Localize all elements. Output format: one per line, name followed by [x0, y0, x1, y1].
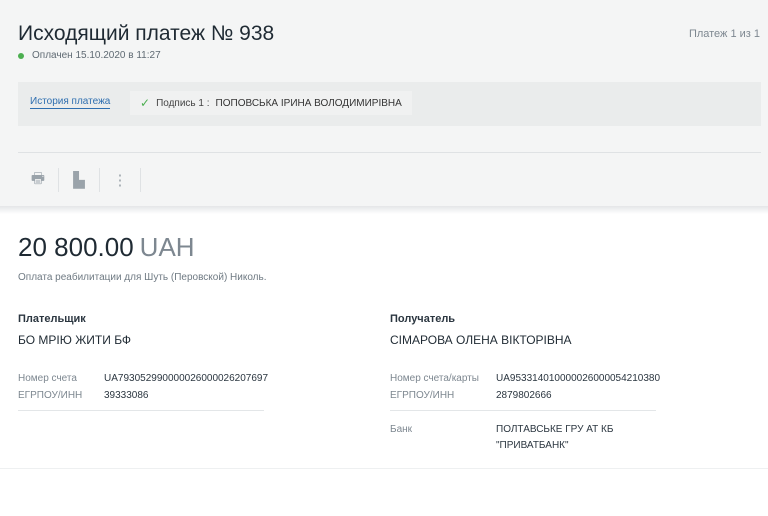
header-shadow	[0, 206, 768, 214]
toolbar-divider	[18, 152, 761, 153]
payer-account: UA793052990000026000026207697	[104, 373, 269, 384]
payer-heading: Плательщик	[18, 313, 86, 325]
receiver-edrpou: 2879802666	[496, 390, 552, 401]
more-icon[interactable]: ⋮	[100, 166, 140, 194]
payment-history-link[interactable]: История платежа	[30, 96, 111, 109]
content-bottom-border	[0, 468, 768, 469]
payment-amount: 20 800.00 UAH	[18, 232, 195, 263]
payer-name: БО МРІЮ ЖИТИ БФ	[18, 333, 132, 347]
toolbar-separator	[140, 168, 141, 192]
bank-label: Банк	[390, 424, 413, 435]
payer-account-label: Номер счета	[18, 373, 77, 384]
copy-icon[interactable]: ▙	[59, 166, 99, 194]
amount-currency: UAH	[139, 232, 195, 262]
action-toolbar: 🖶 ▙ ⋮	[18, 166, 141, 194]
bank-name-line2: "ПРИВАТБАНК"	[496, 440, 569, 451]
receiver-account: UA953314010000026000054210380	[496, 373, 661, 384]
amount-value: 20 800.00	[18, 232, 134, 262]
payer-edrpou: 39333086	[104, 390, 149, 401]
print-icon[interactable]: 🖶	[18, 166, 58, 194]
signer-name: ПОПОВСЬКА ІРИНА ВОЛОДИМИРІВНА	[215, 97, 402, 109]
payment-status: Оплачен 15.10.2020 в 11:27	[18, 50, 161, 61]
receiver-edrpou-label: ЕГРПОУ/ИНН	[390, 390, 455, 401]
receiver-name: СІМАРОВА ОЛЕНА ВІКТОРІВНА	[390, 333, 572, 347]
page-title: Исходящий платеж № 938	[18, 22, 275, 45]
payment-counter: Платеж 1 из 1	[688, 28, 760, 40]
payer-divider	[18, 410, 264, 411]
signature-badge: ✓ Подпись 1 : ПОПОВСЬКА ІРИНА ВОЛОДИМИРІ…	[130, 91, 412, 115]
receiver-account-label: Номер счета/карты	[390, 373, 479, 384]
status-text: Оплачен 15.10.2020 в 11:27	[32, 50, 161, 61]
signature-label: Подпись 1 :	[156, 97, 210, 109]
info-bar: История платежа ✓ Подпись 1 : ПОПОВСЬКА …	[18, 82, 761, 126]
receiver-divider	[390, 410, 656, 411]
payer-edrpou-label: ЕГРПОУ/ИНН	[18, 390, 83, 401]
checkmark-icon: ✓	[140, 96, 151, 110]
status-dot-icon	[18, 52, 24, 59]
receiver-heading: Получатель	[390, 313, 456, 325]
payment-purpose: Оплата реабилитации для Шуть (Перовской)…	[18, 272, 267, 283]
bank-name-line1: ПОЛТАВСЬКЕ ГРУ АТ КБ	[496, 424, 614, 435]
